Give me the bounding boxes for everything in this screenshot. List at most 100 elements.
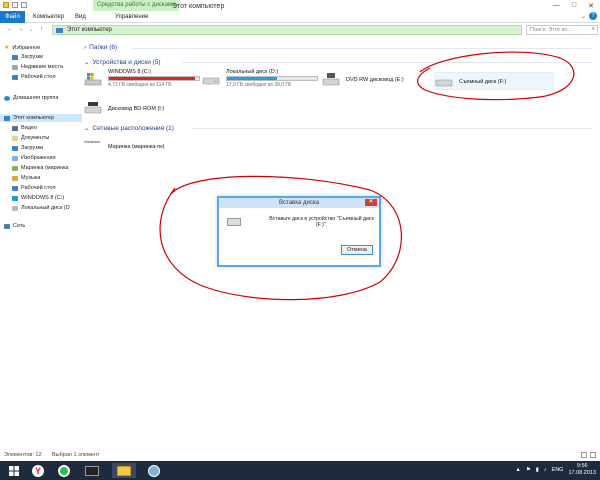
chevron-up-icon[interactable]: ▲ — [515, 467, 520, 473]
chevron-right-icon: › — [84, 44, 87, 51]
group-divider — [132, 48, 592, 49]
language-indicator[interactable]: ENG — [552, 467, 564, 473]
search-placeholder: Поиск: Этот ко... — [530, 27, 572, 33]
windows-drive-icon — [12, 195, 18, 201]
tab-file[interactable]: Файл — [0, 11, 25, 23]
drive-c[interactable]: WINDOWS 8 (C:) 4,72 ГБ свободно из 114 Г… — [84, 69, 204, 91]
taskbar-paint[interactable] — [144, 463, 164, 478]
tab-view[interactable]: Вид — [70, 11, 91, 23]
drive-c-free: 4,72 ГБ свободно из 114 ГБ — [108, 82, 172, 88]
dialog-close-button[interactable]: ✕ — [365, 199, 377, 206]
network-share-icon — [12, 165, 18, 171]
ribbon-tabs: Файл Компьютер Вид Управление ⌄ ? — [0, 11, 600, 23]
title-bar: Средства работы с дисками Этот компьютер… — [0, 0, 600, 11]
drive-i[interactable]: Дисковод BD-ROM (I:) — [84, 98, 204, 120]
sidebar-favorites[interactable]: ★ Избранное — [4, 44, 40, 52]
maximize-button[interactable]: □ — [572, 2, 576, 10]
network-icon[interactable]: ▮ — [536, 467, 539, 473]
tab-computer[interactable]: Компьютер — [28, 11, 69, 23]
close-button[interactable]: ✕ — [588, 2, 594, 10]
drive-d-name: Локальный диск (D:) — [226, 69, 279, 75]
dvd-drive-icon — [322, 73, 340, 86]
dialog-message: Вставьте диск в устройство "Съемный диск… — [269, 216, 374, 228]
volume-icon[interactable]: ♪ — [544, 467, 547, 473]
sidebar-item-downloads[interactable]: Загрузки — [12, 54, 43, 60]
music-icon — [12, 175, 18, 181]
minimize-button[interactable]: — — [553, 2, 560, 10]
context-tab-drive-tools: Средства работы с дисками — [93, 0, 180, 11]
folder-icon — [3, 2, 9, 8]
video-icon — [12, 125, 18, 131]
system-tray: ▲ ⚑ ▮ ♪ ENG 9:56 17.08.2013 — [515, 463, 596, 477]
drive-d-usage-bar — [226, 76, 318, 81]
taskbar-explorer[interactable] — [112, 463, 136, 478]
start-button[interactable] — [4, 463, 24, 478]
sidebar-item-network-share[interactable]: Маринка (маринка — [12, 165, 68, 171]
drive-e-name: DVD RW дисковод (E:) — [346, 77, 404, 83]
back-arrow-icon[interactable]: ← — [6, 26, 13, 33]
computer-icon — [4, 115, 10, 121]
group-folders[interactable]: › Папки (6) — [84, 44, 117, 51]
sidebar-item-desktop[interactable]: Рабочий стол — [12, 74, 56, 80]
properties-icon[interactable] — [12, 2, 18, 8]
chevron-down-icon: ⌄ — [84, 59, 90, 66]
sidebar-item-desktop-pc[interactable]: Рабочий стол — [12, 185, 56, 191]
drive-f[interactable]: Съемный диск (F:) — [434, 72, 554, 90]
taskbar-yandex-browser[interactable]: Y — [28, 463, 48, 478]
drive-c-usage-bar — [108, 76, 200, 81]
clock-time: 9:56 — [576, 463, 588, 469]
drive-e[interactable]: DVD RW дисковод (E:) — [322, 69, 422, 91]
folder-icon — [117, 465, 131, 476]
sidebar-item-recent[interactable]: Недавние места — [12, 64, 63, 70]
group-network[interactable]: ⌄ Сетевые расположения (1) — [84, 124, 174, 133]
drive-c-name: WINDOWS 8 (C:) — [108, 69, 152, 75]
tab-manage[interactable]: Управление — [110, 11, 153, 23]
new-folder-icon[interactable] — [21, 2, 27, 8]
windows-logo-icon: Windows — [84, 139, 101, 144]
sidebar-item-documents[interactable]: Документы — [12, 135, 49, 141]
drive-f-name: Съемный диск (F:) — [459, 79, 507, 85]
clock[interactable]: 9:56 17.08.2013 — [568, 463, 596, 477]
sidebar-this-pc[interactable]: Этот компьютер — [4, 115, 54, 121]
downloads-icon — [12, 145, 18, 151]
flag-icon[interactable]: ⚑ — [526, 467, 531, 473]
hard-drive-icon — [202, 77, 220, 85]
address-bar[interactable]: Этот компьютер — [52, 25, 522, 35]
sidebar-item-video[interactable]: Видео — [12, 125, 37, 131]
taskbar-media[interactable] — [82, 463, 102, 478]
star-icon: ★ — [4, 45, 10, 51]
windows-drive-icon — [84, 73, 102, 86]
help-icon[interactable]: ? — [589, 12, 597, 20]
group-divider — [182, 62, 592, 63]
drive-i-name: Дисковод BD-ROM (I:) — [108, 106, 165, 112]
search-input[interactable]: Поиск: Этот ко... ⌕ — [526, 25, 598, 35]
network-location[interactable]: Windows Маринка (маринка-пк) — [84, 136, 224, 158]
sidebar-item-drive-d[interactable]: Локальный диск (D — [12, 205, 70, 211]
clock-date: 17.08.2013 — [568, 470, 596, 476]
up-arrow-icon[interactable]: ↑ — [40, 26, 44, 33]
drive-d-free: 17,0 ГБ свободно из 39,0 ГБ — [226, 82, 292, 88]
dialog-body: Вставьте диск в устройство "Съемный диск… — [219, 208, 379, 265]
sidebar-item-music[interactable]: Музыка — [12, 175, 40, 181]
details-view-icon[interactable] — [581, 452, 587, 458]
group-devices[interactable]: ⌄ Устройства и диски (5) — [84, 58, 161, 67]
pictures-icon — [12, 155, 18, 161]
sidebar-homegroup[interactable]: Домашняя группа — [4, 95, 58, 101]
chevron-down-icon[interactable]: ⌄ — [29, 27, 33, 33]
search-icon: ⌕ — [591, 26, 595, 32]
sidebar-item-pictures[interactable]: Изображения — [12, 155, 56, 161]
sidebar-item-drive-c[interactable]: WINDOWS 8 (C:) — [12, 195, 64, 201]
tiles-view-icon[interactable] — [590, 452, 596, 458]
icq-icon — [58, 464, 70, 477]
chevron-down-icon[interactable]: ⌄ — [581, 13, 586, 20]
taskbar-icq[interactable] — [54, 463, 74, 478]
sidebar-network[interactable]: Сеть — [4, 223, 25, 229]
dialog-title: Вставка диска — [219, 198, 379, 208]
yandex-icon: Y — [32, 464, 44, 477]
sidebar-item-downloads-pc[interactable]: Загрузки — [12, 145, 43, 151]
cancel-button[interactable]: Отмена — [341, 245, 373, 255]
media-player-icon — [85, 465, 99, 476]
drive-d[interactable]: Локальный диск (D:) 17,0 ГБ свободно из … — [202, 69, 322, 91]
quick-access-toolbar — [3, 2, 27, 8]
forward-arrow-icon[interactable]: → — [17, 26, 24, 33]
